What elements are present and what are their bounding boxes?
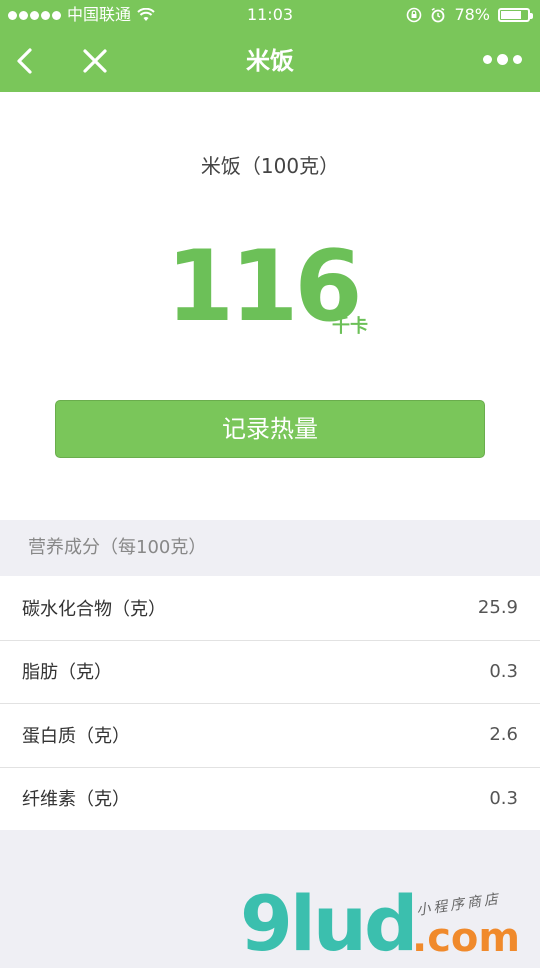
calorie-display: 116 千卡 xyxy=(0,232,540,342)
nutrition-list: 碳水化合物（克） 25.9 脂肪（克） 0.3 蛋白质（克） 2.6 纤维素（克… xyxy=(0,576,540,830)
battery-fill xyxy=(501,11,522,19)
navigation-bar: 米饭 xyxy=(0,30,540,92)
alarm-icon xyxy=(432,7,445,23)
food-card: 米饭（100克） 116 千卡 记录热量 xyxy=(0,92,540,520)
food-name: 米饭（100克） xyxy=(200,154,340,178)
nutrition-label: 脂肪（克） xyxy=(22,662,112,684)
battery-percent: 78% xyxy=(454,5,490,24)
battery-icon xyxy=(498,8,533,22)
status-bar: 中国联通 11:03 78% xyxy=(0,0,540,30)
nutrition-value: 25.9 xyxy=(477,597,518,619)
nutrition-row-carbohydrate: 碳水化合物（克） 25.9 xyxy=(0,576,540,640)
nutrition-label: 纤维素（克） xyxy=(22,789,130,811)
record-calories-button[interactable]: 记录热量 xyxy=(55,400,485,458)
nutrition-section-header: 营养成分（每100克） xyxy=(0,520,540,576)
nutrition-value: 0.3 xyxy=(489,787,518,809)
header-bar: 中国联通 11:03 78% 米饭 xyxy=(0,0,540,92)
calorie-unit: 千卡 xyxy=(332,316,368,337)
watermark-main: 9lud xyxy=(240,879,418,968)
watermark-domain: .com xyxy=(412,915,521,961)
nutrition-label: 蛋白质（克） xyxy=(22,725,130,747)
rotation-lock-icon xyxy=(407,7,422,23)
watermark-logo: 9lud 小程序商店 .com xyxy=(240,879,540,968)
nutrition-row-protein: 蛋白质（克） 2.6 xyxy=(0,703,540,767)
more-options-icon[interactable] xyxy=(483,54,522,65)
status-right: 78% xyxy=(406,0,533,30)
nutrition-value: 0.3 xyxy=(489,660,518,682)
nutrition-row-fiber: 纤维素（克） 0.3 xyxy=(0,766,540,831)
nutrition-value: 2.6 xyxy=(489,724,518,746)
nutrition-label: 碳水化合物（克） xyxy=(22,598,166,620)
page-title: 米饭 xyxy=(246,47,294,75)
calorie-value: 116 xyxy=(166,230,363,344)
nutrition-row-fat: 脂肪（克） 0.3 xyxy=(0,639,540,704)
